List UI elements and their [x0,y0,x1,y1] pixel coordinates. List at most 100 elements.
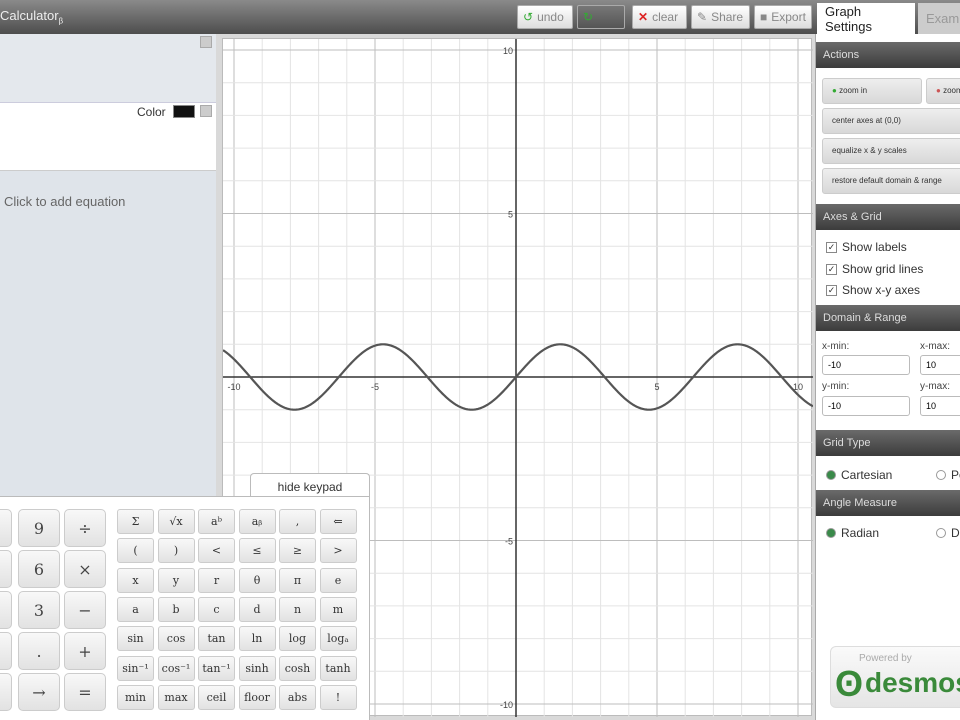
cartesian-radio[interactable]: Cartesian [826,468,892,482]
keypad-key[interactable]: tan⁻¹ [198,655,235,681]
keypad-key[interactable]: ) [157,538,195,564]
keypad-key[interactable]: + [64,632,106,670]
keypad-key[interactable] [0,591,12,629]
export-button[interactable]: ■ Export [754,5,812,29]
color-swatch[interactable] [173,105,195,118]
keypad-key[interactable]: cosh [279,655,316,681]
keypad-key[interactable]: × [64,550,106,588]
keypad-key[interactable]: ÷ [64,509,106,547]
keypad-key[interactable]: . [18,632,60,670]
center-axes-button[interactable]: center axes at (0,0) [822,108,960,134]
checkbox-checked-icon: ✓ [826,284,837,296]
title-text: Calculator [0,8,59,23]
keypad-key[interactable]: a [117,596,154,622]
zoom-in-label: zoom in [839,86,868,95]
xmin-input[interactable] [822,355,910,375]
keypad-key[interactable]: 6 [18,550,60,588]
undo-button[interactable]: ↺ undo [517,5,573,29]
powered-by-text: Powered by [859,653,912,664]
keypad-key[interactable]: < [198,538,235,564]
polar-radio[interactable]: Polar [936,468,960,482]
keypad-key[interactable]: ⇐ [319,509,357,534]
keypad-key[interactable]: c [198,596,235,622]
keypad-key[interactable]: sin⁻¹ [117,655,154,681]
keypad-key[interactable]: n [279,596,316,622]
show-grid-checkbox[interactable]: ✓ Show grid lines [826,262,923,276]
keypad-key[interactable]: aᵦ [238,509,276,534]
restore-default-button[interactable]: restore default domain & range [822,168,960,194]
keypad-key[interactable]: − [64,591,106,629]
keypad-key[interactable]: r [198,567,235,593]
keypad-key[interactable] [0,550,12,588]
keypad-key[interactable]: = [64,673,106,711]
equalize-scales-button[interactable]: equalize x & y scales [822,138,960,164]
keypad-key[interactable]: abs [279,684,316,710]
desmos-logo[interactable]: Powered by ʘ desmos [830,646,960,708]
zoom-out-button[interactable]: ● zoom out [926,78,960,104]
keypad-key[interactable]: e [319,567,357,593]
share-button[interactable]: ✎ Share [691,5,750,29]
top-bar: Calculatorβ ↺ undo ↻ ✕ clear ✎ Share ■ Expor… [0,0,960,34]
keypad-key[interactable]: θ [238,567,276,593]
keypad-key[interactable] [0,632,12,670]
add-equation-placeholder[interactable]: Click to add equation [4,194,125,209]
keypad-key[interactable]: 3 [18,591,60,629]
section-domain-range: Domain & Range [816,305,960,331]
keypad-key[interactable]: Σ [117,509,154,534]
keypad-key[interactable]: , [279,509,316,534]
keypad-key[interactable]: ≤ [238,538,276,564]
keypad-key[interactable] [0,509,12,547]
show-labels-checkbox[interactable]: ✓ Show labels [826,240,907,254]
keypad-key[interactable]: m [319,596,357,622]
keypad-key[interactable]: 9 [18,509,60,547]
keypad-key[interactable]: ceil [198,684,235,710]
keypad-key[interactable]: sin [117,626,154,652]
keypad-key[interactable] [0,673,12,711]
keypad-key[interactable]: π [279,567,316,593]
keypad-key[interactable]: floor [238,684,276,710]
ymax-input[interactable] [920,396,960,416]
tab-graph-settings[interactable]: Graph Settings [817,3,915,34]
keypad-key[interactable]: d [238,596,276,622]
undo-icon: ↺ [523,10,534,24]
close-icon[interactable] [200,105,212,117]
keypad-key[interactable]: tanh [319,655,357,681]
keypad-key[interactable]: b [157,596,195,622]
tab-examples[interactable]: Examples [918,3,960,34]
xmax-input[interactable] [920,355,960,375]
keypad-key[interactable]: ln [238,626,276,652]
keypad-key[interactable]: → [18,673,60,711]
keypad-key[interactable]: ≥ [279,538,316,564]
keypad-key[interactable]: max [157,684,195,710]
keypad-key[interactable]: min [117,684,154,710]
show-axes-checkbox[interactable]: ✓ Show x-y axes [826,283,920,297]
keypad-key[interactable]: y [157,567,195,593]
share-label: Share [711,10,744,24]
clear-button[interactable]: ✕ clear [632,5,687,29]
zoom-in-button[interactable]: ● zoom in [822,78,922,104]
x-tick-label: -5 [371,382,379,392]
expression-row[interactable] [0,34,216,103]
clear-icon: ✕ [638,10,649,24]
keypad-key[interactable]: √x [157,509,195,534]
keypad-key[interactable]: cos⁻¹ [157,655,195,681]
ymin-input[interactable] [822,396,910,416]
y-tick-label: 10 [503,46,513,56]
degree-radio[interactable]: Degree [936,526,960,540]
keypad-key[interactable]: ! [319,684,357,710]
keypad-key[interactable]: logₐ [319,626,357,652]
radian-radio[interactable]: Radian [826,526,879,540]
keypad-key[interactable]: aᵇ [198,509,235,534]
redo-button[interactable]: ↻ [577,5,625,29]
keypad-key[interactable]: x [117,567,154,593]
close-icon[interactable] [200,36,212,48]
keypad-key[interactable]: sinh [238,655,276,681]
keypad-key[interactable]: cos [157,626,195,652]
section-axes-grid: Axes & Grid [816,204,960,230]
keypad-key[interactable]: ( [117,538,154,564]
keypad-key[interactable]: log [279,626,316,652]
color-label: Color [137,105,166,119]
expression-row[interactable]: Color [0,103,216,171]
keypad-key[interactable]: > [319,538,357,564]
keypad-key[interactable]: tan [198,626,235,652]
